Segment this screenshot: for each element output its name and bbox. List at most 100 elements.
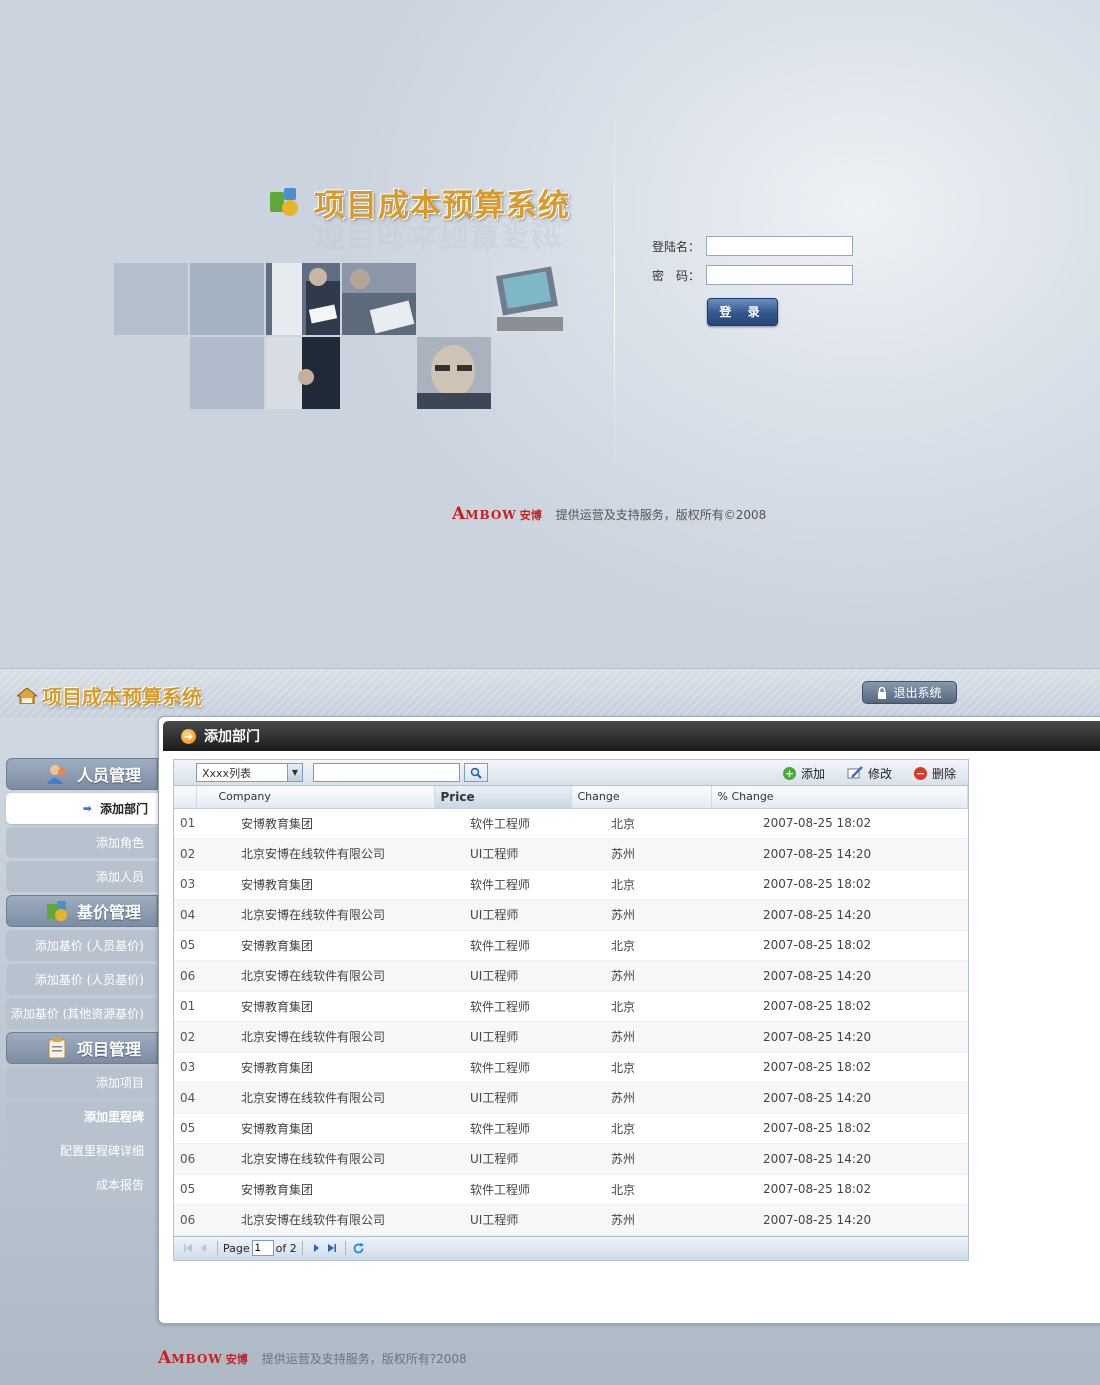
table-row[interactable]: 03 安博教育集团 软件工程师 北京 2007-08-25 18:02 (174, 869, 968, 900)
column-header-pct-change[interactable]: % Change (711, 786, 968, 809)
column-header-price[interactable]: Price (434, 786, 572, 809)
password-label: 密 码： (652, 268, 701, 283)
edit-button[interactable]: 修改 (847, 765, 892, 782)
change-cell: 苏州 (571, 1021, 711, 1053)
price-cell: 软件工程师 (434, 930, 571, 961)
search-input[interactable] (313, 763, 460, 782)
delete-button[interactable]: − 删除 (913, 765, 956, 782)
row-number: 05 (174, 1174, 196, 1205)
table-row[interactable]: 05 安博教育集团 软件工程师 北京 2007-08-25 18:02 (174, 1174, 968, 1205)
column-header-company[interactable]: Company (196, 786, 435, 809)
column-header-change[interactable]: Change (571, 786, 712, 809)
refresh-icon[interactable] (351, 1240, 367, 1256)
face-photo (417, 337, 491, 409)
sidebar-item-cost-report[interactable]: 成本报告 (6, 1169, 158, 1200)
price-manage-icon (46, 901, 67, 921)
company-cell: 安博教育集团 (196, 1174, 434, 1205)
ambow-logo: A MBOW 安博 (158, 1348, 248, 1368)
sidebar-item-milestone-detail[interactable]: 配置里程碑详细 (6, 1135, 158, 1166)
app-logo: 项目成本预算系统 (17, 681, 202, 710)
company-cell: 北京安博在线软件有限公司 (196, 899, 434, 931)
sidebar-group-user-manage[interactable]: 人员管理 (6, 758, 158, 790)
table-row[interactable]: 05 安博教育集团 软件工程师 北京 2007-08-25 18:02 (174, 1113, 968, 1144)
row-number: 02 (174, 838, 196, 870)
change-cell: 苏州 (571, 1143, 711, 1175)
username-field[interactable] (706, 236, 853, 256)
table-row[interactable]: 06 北京安博在线软件有限公司 UI工程师 苏州 2007-08-25 14:20 (174, 960, 968, 992)
price-cell: UI工程师 (434, 899, 571, 931)
login-form: 登陆名： 密 码： (652, 236, 853, 294)
last-page-icon[interactable] (324, 1240, 340, 1256)
table-row[interactable]: 03 安博教育集团 软件工程师 北京 2007-08-25 18:02 (174, 1052, 968, 1083)
panel-title: 添加部门 (204, 729, 260, 745)
logout-button[interactable]: 退出系统 (862, 681, 957, 704)
row-number: 01 (174, 808, 196, 839)
password-field[interactable] (706, 265, 853, 285)
search-button[interactable] (464, 763, 488, 782)
company-cell: 北京安博在线软件有限公司 (196, 838, 434, 870)
username-label: 登陆名： (652, 239, 701, 254)
company-cell: 北京安博在线软件有限公司 (196, 960, 434, 992)
chevron-down-icon: ▼ (287, 764, 302, 781)
pct-change-cell: 2007-08-25 18:02 (711, 1113, 968, 1144)
sidebar-item-add-role[interactable]: 添加角色 (6, 827, 158, 858)
list-select[interactable]: Xxxx列表 ▼ (196, 763, 303, 782)
price-cell: 软件工程师 (434, 808, 571, 839)
sidebar-item-add-project[interactable]: 添加项目 (6, 1067, 158, 1098)
row-number: 06 (174, 1204, 196, 1236)
table-row[interactable]: 05 安博教育集团 软件工程师 北京 2007-08-25 18:02 (174, 930, 968, 961)
business-photo (266, 263, 340, 335)
grid-toolbar: Xxxx列表 ▼ + 添加 修改 − 删除 (174, 760, 968, 786)
table-row[interactable]: 06 北京安博在线软件有限公司 UI工程师 苏州 2007-08-25 14:20 (174, 1204, 968, 1236)
price-cell: UI工程师 (434, 1082, 571, 1114)
price-cell: UI工程师 (434, 1204, 571, 1236)
sidebar-item-add-milestone[interactable]: 添加里程碑 (6, 1101, 158, 1132)
sidebar-group-project-manage[interactable]: 项目管理 (6, 1032, 158, 1064)
company-cell: 安博教育集团 (196, 991, 434, 1022)
row-number: 02 (174, 1021, 196, 1053)
company-cell: 安博教育集团 (196, 1113, 434, 1144)
table-row[interactable]: 01 安博教育集团 软件工程师 北京 2007-08-25 18:02 (174, 991, 968, 1022)
data-table: Company Price Change % Change 01 安博教育集团 软件… (174, 786, 968, 1236)
add-button[interactable]: + 添加 (782, 765, 825, 782)
row-number: 05 (174, 930, 196, 961)
first-page-icon[interactable] (180, 1240, 196, 1256)
price-cell: UI工程师 (434, 838, 571, 870)
company-cell: 安博教育集团 (196, 1052, 434, 1083)
pct-change-cell: 2007-08-25 14:20 (711, 838, 968, 870)
ambow-logo: A MBOW 安博 (452, 504, 542, 524)
grid-actions: + 添加 修改 − 删除 (761, 760, 956, 786)
pct-change-cell: 2007-08-25 14:20 (711, 1204, 968, 1236)
row-number: 03 (174, 1052, 196, 1083)
sidebar-item-add-department[interactable]: ➡ 添加部门 (6, 793, 162, 824)
page-of-label: of 2 (275, 1241, 297, 1255)
app-title: 项目成本预算系统 (42, 685, 202, 709)
logout-label: 退出系统 (893, 686, 942, 700)
prev-page-icon[interactable] (196, 1240, 212, 1256)
table-row[interactable]: 02 北京安博在线软件有限公司 UI工程师 苏州 2007-08-25 14:20 (174, 1021, 968, 1053)
login-screen: 项目成本预算系统 项目成本预算系统 登陆名： 密 码： 登 录 A MBOW 安… (0, 0, 1100, 668)
change-cell: 北京 (571, 930, 711, 961)
content-panel: ➜ 添加部门 Xxxx列表 ▼ + 添加 修改 − 删除 Company Pri… (158, 716, 1100, 1324)
table-header-row: Company Price Change % Change (174, 786, 968, 809)
arrow-right-icon: ➡ (82, 802, 92, 815)
pager-separator (217, 1241, 218, 1255)
table-row[interactable]: 02 北京安博在线软件有限公司 UI工程师 苏州 2007-08-25 14:20 (174, 838, 968, 870)
table-row[interactable]: 06 北京安博在线软件有限公司 UI工程师 苏州 2007-08-25 14:20 (174, 1143, 968, 1175)
sidebar-group-price-manage[interactable]: 基价管理 (6, 895, 158, 927)
table-row[interactable]: 01 安博教育集团 软件工程师 北京 2007-08-25 18:02 (174, 808, 968, 839)
page-number-input[interactable] (251, 1240, 274, 1256)
price-cell: 软件工程师 (434, 1174, 571, 1205)
sidebar-item-add-person[interactable]: 添加人员 (6, 861, 158, 892)
sidebar-item-add-person-price[interactable]: 添加基价 (人员基价) (6, 930, 158, 961)
sidebar-item-add-person-price-2[interactable]: 添加基价 (人员基价) (6, 964, 158, 995)
price-cell: 软件工程师 (434, 991, 571, 1022)
next-page-icon[interactable] (308, 1240, 324, 1256)
login-button[interactable]: 登 录 (707, 298, 778, 326)
user-manage-icon (46, 765, 66, 784)
login-footer: A MBOW 安博 提供运营及支持服务，版权所有©2008 (452, 504, 766, 524)
table-row[interactable]: 04 北京安博在线软件有限公司 UI工程师 苏州 2007-08-25 14:20 (174, 1082, 968, 1114)
sidebar-item-add-other-price[interactable]: 添加基价 (其他资源基价) (6, 998, 158, 1029)
table-row[interactable]: 04 北京安博在线软件有限公司 UI工程师 苏州 2007-08-25 14:20 (174, 899, 968, 931)
plus-icon: + (782, 766, 796, 780)
